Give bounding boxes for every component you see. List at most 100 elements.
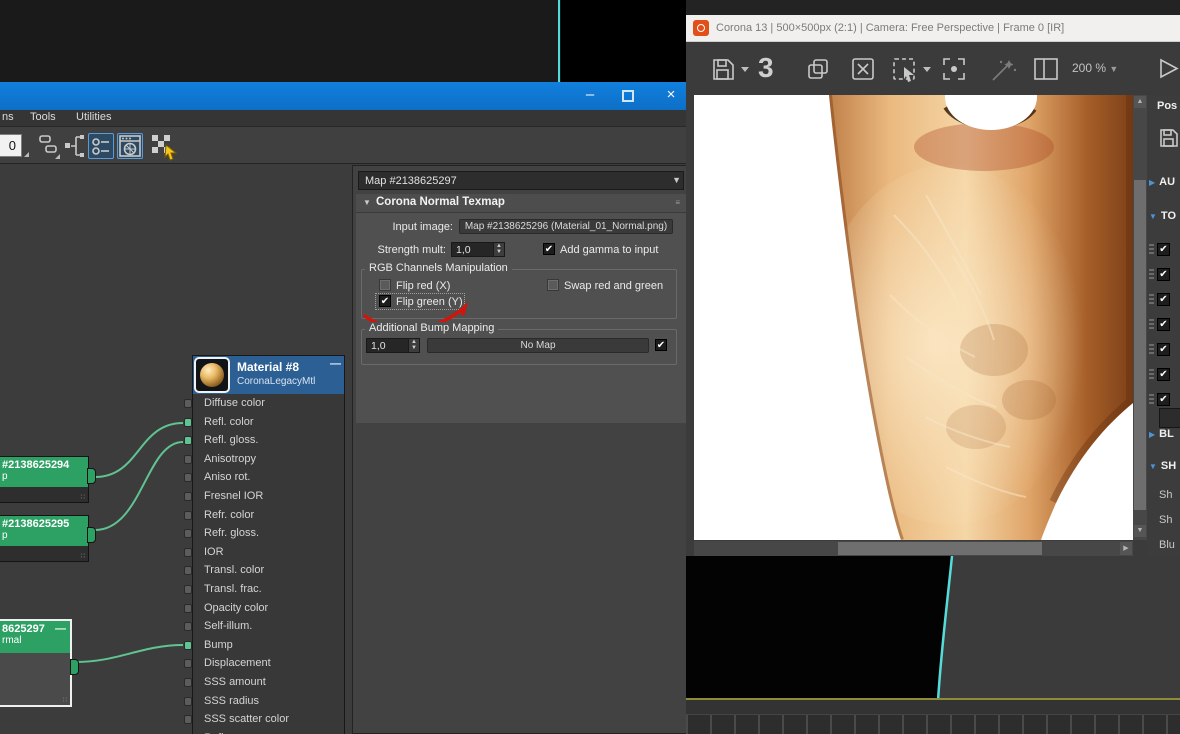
swap-red-green-checkbox[interactable] (547, 279, 559, 291)
slot-input-socket[interactable] (184, 436, 192, 446)
rollout-sh[interactable]: ▼ SH (1149, 460, 1176, 472)
slot-input-socket[interactable] (184, 547, 192, 557)
slot-input-socket[interactable] (184, 529, 192, 539)
spinner-arrows-icon[interactable]: ▲ ▼ (493, 243, 504, 256)
material-slot-row[interactable]: Refr. color (184, 506, 344, 525)
bitmap-node-2138625294[interactable]: #2138625294 p ∷ (0, 456, 96, 503)
node-output-socket[interactable] (87, 527, 96, 543)
spinner-arrows-icon[interactable]: ▲ ▼ (408, 339, 419, 352)
operator-checkbox[interactable]: ✔ (1157, 268, 1170, 281)
show-controls-toggle[interactable] (88, 133, 114, 159)
material-slot-row[interactable]: Diffuse color (184, 394, 344, 413)
material-slot-row[interactable]: Refl. (184, 729, 344, 734)
node-resize-handle[interactable]: ∷ (81, 552, 86, 560)
vscroll-thumb[interactable] (1134, 180, 1146, 510)
material-slot-row[interactable]: SSS amount (184, 673, 344, 692)
slot-input-socket[interactable] (184, 659, 192, 669)
bump-mult-spinner[interactable]: 1,0 ▲ ▼ (366, 338, 420, 353)
slot-input-socket[interactable] (184, 417, 192, 427)
material-slot-row[interactable]: Refr. gloss. (184, 524, 344, 543)
operator-checkbox[interactable]: ✔ (1157, 293, 1170, 306)
slot-input-socket[interactable] (184, 584, 192, 594)
operator-checkbox[interactable]: ✔ (1157, 343, 1170, 356)
material-slot-row[interactable]: Transl. frac. (184, 580, 344, 599)
material-slot-row[interactable]: IOR (184, 543, 344, 562)
material-slot-row[interactable]: Opacity color (184, 599, 344, 618)
bump-map-button[interactable]: No Map (427, 338, 649, 353)
material-slot-row[interactable]: Displacement (184, 654, 344, 673)
drag-handle-icon[interactable] (1149, 294, 1154, 306)
vfb-horizontal-scrollbar[interactable]: ▶ (694, 541, 1133, 556)
spinner-field[interactable]: 0 (0, 134, 22, 157)
drag-handle-icon[interactable] (1149, 269, 1154, 281)
material-slot-row[interactable]: Aniso rot. (184, 468, 344, 487)
material-slot-row[interactable]: Anisotropy (184, 450, 344, 469)
drag-handle-icon[interactable] (1149, 344, 1154, 356)
hscroll-thumb[interactable] (838, 542, 1042, 555)
menu-item-tools[interactable]: Tools (30, 111, 56, 123)
slot-input-socket[interactable] (184, 677, 192, 687)
slot-input-socket[interactable] (184, 640, 192, 650)
material-thumbnail[interactable] (194, 357, 230, 393)
close-button[interactable]: × (656, 85, 686, 107)
tab-post[interactable]: Pos (1157, 100, 1177, 112)
drag-handle-icon[interactable] (1149, 244, 1154, 256)
node-view[interactable]: #2138625294 p ∷ #2138625295 p ∷ 8625297 (0, 164, 352, 734)
material-slot-row[interactable]: Bump (184, 636, 344, 655)
strength-mult-spinner[interactable]: 1,0 ▲ ▼ (451, 242, 505, 257)
vfb-titlebar[interactable]: Corona 13 | 500×500px (2:1) | Camera: Fr… (686, 15, 1180, 42)
arrange-nodes-icon[interactable] (36, 133, 62, 159)
node-collapse-button[interactable]: — (330, 358, 341, 370)
scroll-up-icon[interactable]: ▲ (1134, 96, 1146, 108)
material-preview-toggle[interactable] (117, 133, 143, 159)
slot-input-socket[interactable] (184, 399, 192, 408)
material-slot-row[interactable]: Refl. color (184, 413, 344, 432)
render-canvas[interactable] (694, 95, 1133, 540)
spinner-dropdown-icon[interactable] (24, 152, 29, 157)
operator-value-field[interactable] (1159, 408, 1180, 428)
material-slot-row[interactable]: Refl. gloss. (184, 431, 344, 450)
slot-input-socket[interactable] (184, 491, 192, 501)
material-slot-row[interactable]: SSS scatter color (184, 710, 344, 729)
drag-handle-icon[interactable] (1149, 394, 1154, 406)
hierarchy-bracket-icon[interactable] (62, 133, 88, 159)
render-map-checker-icon[interactable] (150, 133, 178, 161)
add-gamma-checkbox[interactable]: ✔ (543, 243, 555, 255)
node-collapse-button[interactable]: — (55, 623, 66, 635)
node-resize-handle[interactable]: ∷ (81, 493, 86, 501)
scroll-down-icon[interactable]: ▼ (1134, 525, 1146, 537)
flip-green-checkbox[interactable]: ✔ (379, 295, 391, 307)
bitmap-node-2138625295[interactable]: #2138625295 p ∷ (0, 515, 96, 562)
slot-input-socket[interactable] (184, 603, 192, 613)
operator-checkbox[interactable]: ✔ (1157, 368, 1170, 381)
operator-checkbox[interactable]: ✔ (1157, 393, 1170, 406)
material-node[interactable]: Material #8 CoronaLegacyMtl — Diffuse co… (184, 355, 345, 734)
slot-input-socket[interactable] (184, 454, 192, 464)
material-slot-row[interactable]: Fresnel IOR (184, 487, 344, 506)
menu-item-cut[interactable]: ns (2, 111, 14, 123)
menu-item-utilities[interactable]: Utilities (76, 111, 111, 123)
editor-titlebar[interactable]: – × (0, 82, 690, 110)
drag-handle-icon[interactable] (1149, 319, 1154, 331)
node-output-socket[interactable] (87, 468, 96, 484)
viewport-bottom[interactable] (686, 556, 1180, 734)
rollout-bl[interactable]: ▶ BL (1149, 428, 1174, 440)
material-slot-row[interactable]: Self-illum. (184, 617, 344, 636)
node-output-socket[interactable] (70, 659, 79, 675)
slot-input-socket[interactable] (184, 510, 192, 520)
flip-red-checkbox[interactable] (379, 279, 391, 291)
rollout-to[interactable]: ▼ TO (1149, 210, 1176, 222)
material-slot-row[interactable]: Transl. color (184, 561, 344, 580)
slot-input-socket[interactable] (184, 622, 192, 632)
slot-input-socket[interactable] (184, 473, 192, 483)
vfb-vertical-scrollbar[interactable]: ▲ ▼ (1133, 95, 1147, 540)
material-node-header[interactable]: Material #8 CoronaLegacyMtl — (193, 356, 344, 394)
node-resize-handle[interactable]: ∷ (63, 696, 68, 704)
bump-enable-checkbox[interactable]: ✔ (655, 339, 667, 351)
rollout-corona-normal-texmap[interactable]: ▼ Corona Normal Texmap ≡ (356, 194, 686, 213)
timeline-track-bar[interactable] (686, 714, 1180, 734)
maximize-button[interactable] (614, 85, 644, 107)
drag-handle-icon[interactable] (1149, 369, 1154, 381)
slot-input-socket[interactable] (184, 696, 192, 706)
minimize-button[interactable]: – (575, 85, 605, 107)
